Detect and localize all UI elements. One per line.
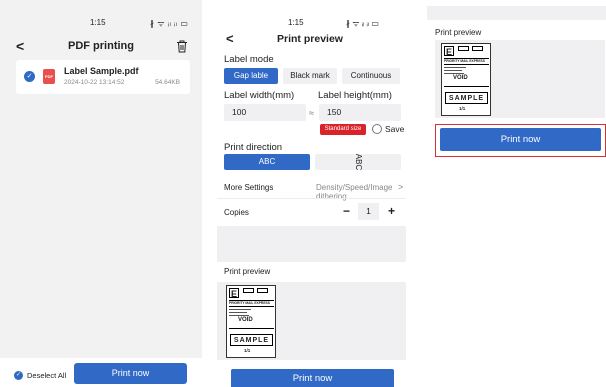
label-preview-thumbnail: E PRIORITY MAIL EXPRESS VOID SAMPLE 1/1	[441, 43, 491, 116]
file-size: 54.64KB	[155, 79, 180, 86]
label-text-line	[444, 67, 466, 68]
label-text-line	[229, 315, 249, 316]
bottom-bar: ✓ Deselect All Print now	[0, 358, 202, 387]
highlight-frame: Print now	[435, 124, 606, 157]
trash-icon[interactable]	[176, 40, 188, 53]
label-service: PRIORITY MAIL EXPRESS	[229, 301, 270, 305]
file-date: 2024-10-22 13:14:52	[64, 79, 125, 86]
label-text-line	[444, 70, 462, 71]
label-rule	[444, 86, 489, 87]
label-height-input[interactable]: 150	[319, 104, 401, 121]
top-strip	[427, 6, 606, 20]
label-box	[243, 288, 254, 293]
rotated-direction-text: ABC	[353, 153, 363, 171]
print-preview-zoomed-screen: Print preview E PRIORITY MAIL EXPRESS VO…	[427, 0, 606, 387]
copies-decrement-button[interactable]: −	[343, 204, 350, 218]
nav-bar: < Print preview	[210, 31, 410, 49]
label-void: VOID	[238, 317, 253, 323]
pdf-printing-screen: 1:15 ∦ ᯤ ᵢₗ ᵢₗ ▭ < PDF printing ✓ PDF La…	[0, 0, 202, 387]
print-preview-title: Print preview	[435, 28, 482, 37]
label-mark: E	[229, 288, 239, 299]
status-bar: 1:15 ∦ ᯤ ᵢₗ ᵢₗ ▭	[0, 18, 202, 32]
print-now-button[interactable]: Print now	[440, 128, 601, 151]
page-title: Print preview	[277, 33, 343, 45]
standard-size-button[interactable]: Standard size	[320, 124, 366, 135]
label-width-input[interactable]: 100	[224, 104, 306, 121]
status-icons: ∦ ᯤ ᵢₗ ᵢₗ ▭	[346, 19, 379, 28]
file-check-icon[interactable]: ✓	[24, 71, 35, 82]
copies-value[interactable]: 1	[358, 203, 379, 220]
label-width-title: Label width(mm)	[224, 90, 295, 101]
label-height-title: Label height(mm)	[318, 90, 392, 101]
label-box	[472, 46, 483, 51]
label-rule	[444, 64, 489, 65]
status-icons: ∦ ᯤ ᵢₗ ᵢₗ ▭	[150, 19, 189, 28]
print-preview-screen: 1:15 ∦ ᯤ ᵢₗ ᵢₗ ▭ < Print preview Label m…	[210, 0, 410, 387]
status-time: 1:15	[288, 18, 304, 27]
label-tracking: 1/1	[244, 348, 251, 353]
print-preview-title: Print preview	[224, 267, 271, 276]
divider	[217, 198, 406, 199]
label-mode-title: Label mode	[224, 54, 274, 65]
pdf-file-icon: PDF	[43, 69, 55, 84]
label-tracking: 1/1	[459, 106, 466, 111]
label-void: VOID	[453, 75, 468, 81]
save-radio[interactable]	[372, 124, 382, 134]
label-rule	[229, 306, 274, 307]
deselect-all-label[interactable]: Deselect All	[27, 371, 66, 380]
approx-sign: ≈	[309, 108, 314, 118]
status-time: 1:15	[90, 18, 106, 27]
file-list-item[interactable]: ✓ PDF Label Sample.pdf 2024-10-22 13:14:…	[16, 60, 190, 94]
copies-label: Copies	[224, 208, 249, 217]
label-band: SAMPLE	[230, 334, 273, 346]
print-direction-title: Print direction	[224, 142, 283, 153]
label-band: SAMPLE	[445, 92, 488, 104]
label-mode-continuous[interactable]: Continuous	[342, 68, 400, 84]
page-title: PDF printing	[68, 40, 134, 52]
print-preview-area: E PRIORITY MAIL EXPRESS VOID SAMPLE 1/1	[217, 282, 406, 360]
print-direction-horizontal[interactable]: ABC	[224, 154, 310, 170]
print-direction-rotated[interactable]: ABC	[315, 154, 401, 170]
label-box	[458, 46, 469, 51]
print-now-button[interactable]: Print now	[231, 369, 394, 387]
deselect-all-check-icon[interactable]: ✓	[14, 371, 23, 380]
label-rule	[229, 328, 274, 329]
label-mode-gap[interactable]: Gap lable	[224, 68, 278, 84]
label-box	[257, 288, 268, 293]
label-text-line	[229, 312, 247, 313]
more-settings-label[interactable]: More Settings	[224, 183, 273, 192]
print-preview-area: E PRIORITY MAIL EXPRESS VOID SAMPLE 1/1	[435, 40, 605, 118]
chevron-right-icon[interactable]: >	[398, 182, 403, 192]
file-name: Label Sample.pdf	[64, 66, 139, 76]
label-text-line	[229, 309, 251, 310]
status-bar: 1:15 ∦ ᯤ ᵢₗ ᵢₗ ▭	[210, 18, 410, 32]
label-mark: E	[444, 46, 454, 57]
label-service: PRIORITY MAIL EXPRESS	[444, 59, 485, 63]
label-text-line	[444, 73, 464, 74]
nav-bar: < PDF printing	[0, 36, 202, 58]
copies-increment-button[interactable]: +	[388, 204, 395, 218]
settings-spacer	[217, 226, 406, 262]
print-now-button[interactable]: Print now	[74, 363, 187, 384]
label-mode-black-mark[interactable]: Black mark	[283, 68, 337, 84]
label-preview-thumbnail: E PRIORITY MAIL EXPRESS VOID SAMPLE 1/1	[226, 285, 276, 358]
save-label[interactable]: Save	[385, 124, 404, 134]
